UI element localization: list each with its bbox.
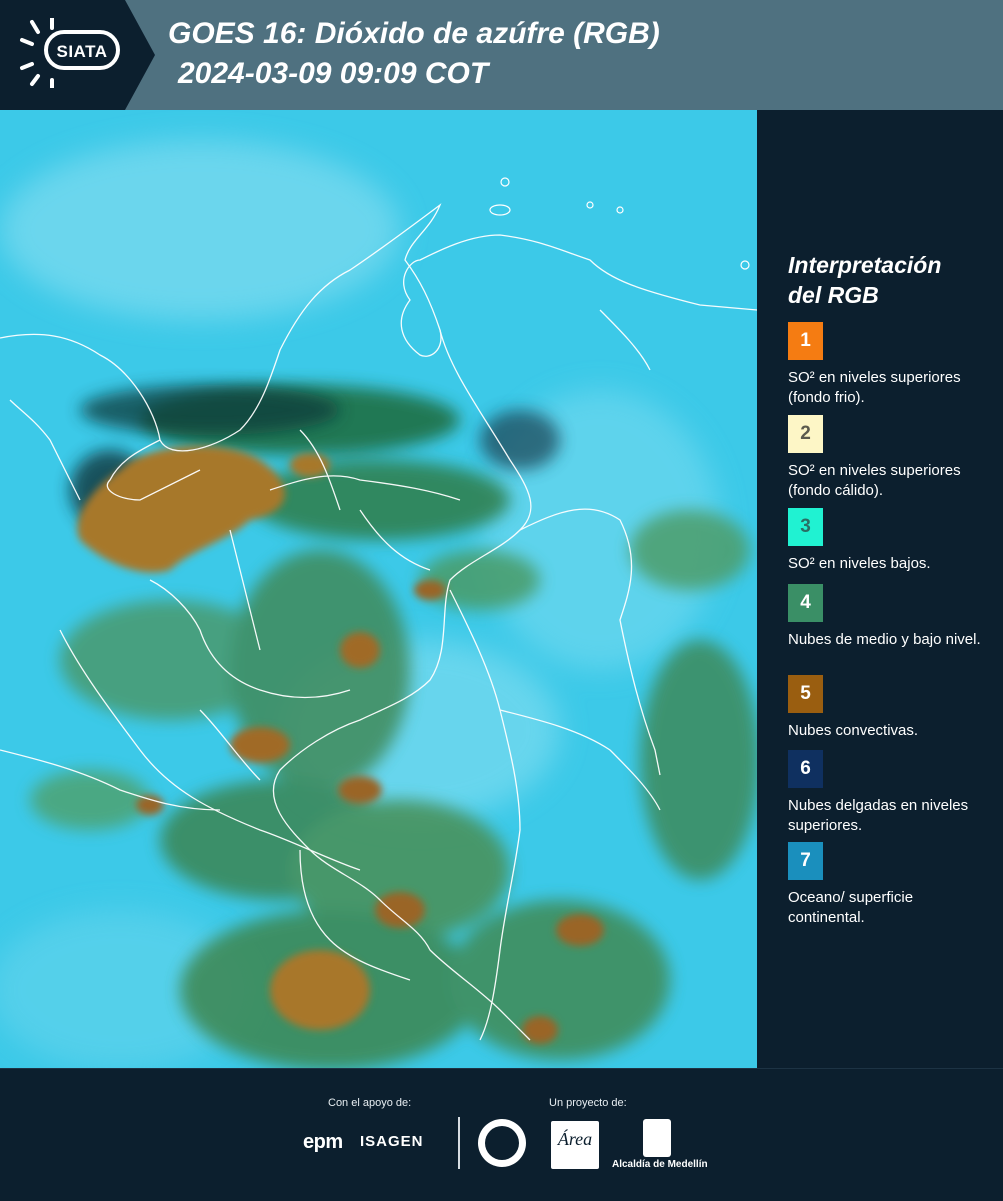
alcaldia-emblem-icon: [643, 1119, 671, 1157]
title-line-2: 2024-03-09 09:09 COT: [178, 57, 489, 90]
support-label: Con el apoyo de:: [328, 1097, 412, 1109]
epm-logo: epm: [303, 1131, 343, 1153]
legend-swatch: 1: [788, 322, 823, 360]
satellite-image: [0, 110, 757, 1068]
legend-item: 4 Nubes de medio y bajo nivel.: [788, 584, 993, 650]
isagen-logo: ISAGEN: [360, 1133, 424, 1150]
legend-swatch: 5: [788, 675, 823, 713]
legend-title-line-2: del RGB: [788, 282, 879, 308]
title-line-1: GOES 16: Dióxido de azúfre (RGB): [168, 17, 660, 50]
legend-label: Nubes de medio y bajo nivel.: [788, 631, 981, 648]
legend-label: SO² en niveles superiores (fondo frio).: [788, 369, 961, 406]
legend-label: Nubes convectivas.: [788, 722, 919, 739]
footer: Con el apoyo de: Un proyecto de: epm ISA…: [0, 1068, 1003, 1201]
legend-item: 6 Nubes delgadas en niveles superiores.: [788, 750, 993, 836]
footer-divider: [458, 1117, 460, 1169]
legend-item: 2 SO² en niveles superiores (fondo cálid…: [788, 415, 993, 501]
alcaldia-label: Alcaldía de Medellín: [612, 1159, 708, 1170]
legend-swatch: 4: [788, 584, 823, 622]
legend-item: 5 Nubes convectivas.: [788, 675, 993, 741]
legend-title: Interpretación del RGB: [788, 250, 978, 310]
legend-item: 1 SO² en niveles superiores (fondo frio)…: [788, 322, 993, 408]
project-label: Un proyecto de:: [549, 1097, 627, 1109]
area-metropolitana-logo: Área: [551, 1121, 599, 1169]
logo-text: SIATA: [56, 42, 108, 61]
legend-title-line-1: Interpretación: [788, 252, 942, 278]
legend-label: SO² en niveles bajos.: [788, 555, 931, 572]
legend-swatch: 2: [788, 415, 823, 453]
legend-label: Oceano/ superficie continental.: [788, 889, 914, 926]
header: SIATA GOES 16: Dióxido de azúfre (RGB) 2…: [0, 0, 1003, 110]
satellite-rgb-map: [0, 110, 757, 1068]
legend-swatch: 7: [788, 842, 823, 880]
legend-label: Nubes delgadas en niveles superiores.: [788, 797, 969, 834]
legend-swatch: 6: [788, 750, 823, 788]
siata-logo: SIATA: [0, 0, 155, 110]
medellin-seal-icon: [478, 1119, 526, 1167]
page-title: GOES 16: Dióxido de azúfre (RGB) 2024-03…: [168, 14, 660, 94]
legend-swatch: 3: [788, 508, 823, 546]
legend-item: 3 SO² en niveles bajos.: [788, 508, 993, 574]
legend-item: 7 Oceano/ superficie continental.: [788, 842, 993, 928]
legend-label: SO² en niveles superiores (fondo cálido)…: [788, 462, 961, 499]
